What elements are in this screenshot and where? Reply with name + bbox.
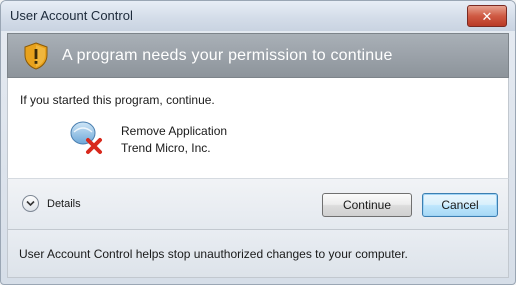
instruction-text: If you started this program, continue.: [20, 93, 215, 107]
chevron-down-icon[interactable]: [22, 195, 39, 212]
remove-application-icon: [70, 121, 102, 154]
details-toggle[interactable]: Details: [22, 195, 81, 212]
window-title: User Account Control: [10, 8, 133, 23]
info-footer: User Account Control helps stop unauthor…: [7, 230, 509, 278]
title-bar[interactable]: User Account Control ✕: [1, 1, 515, 31]
shield-warning-icon: [24, 42, 48, 70]
uac-dialog: User Account Control ✕ A program needs y…: [0, 0, 516, 285]
footer-text: User Account Control helps stop unauthor…: [19, 247, 408, 261]
close-icon: ✕: [481, 8, 493, 24]
program-publisher: Trend Micro, Inc.: [121, 141, 211, 155]
continue-button[interactable]: Continue: [322, 193, 412, 217]
details-label[interactable]: Details: [47, 198, 81, 210]
dialog-content: If you started this program, continue. R…: [7, 78, 509, 178]
banner-heading: A program needs your permission to conti…: [62, 47, 393, 64]
cancel-button[interactable]: Cancel: [422, 193, 498, 217]
program-name: Remove Application: [121, 124, 228, 138]
permission-banner: A program needs your permission to conti…: [7, 33, 509, 78]
close-button[interactable]: ✕: [467, 5, 507, 27]
action-area: Details Continue Cancel: [7, 178, 509, 230]
